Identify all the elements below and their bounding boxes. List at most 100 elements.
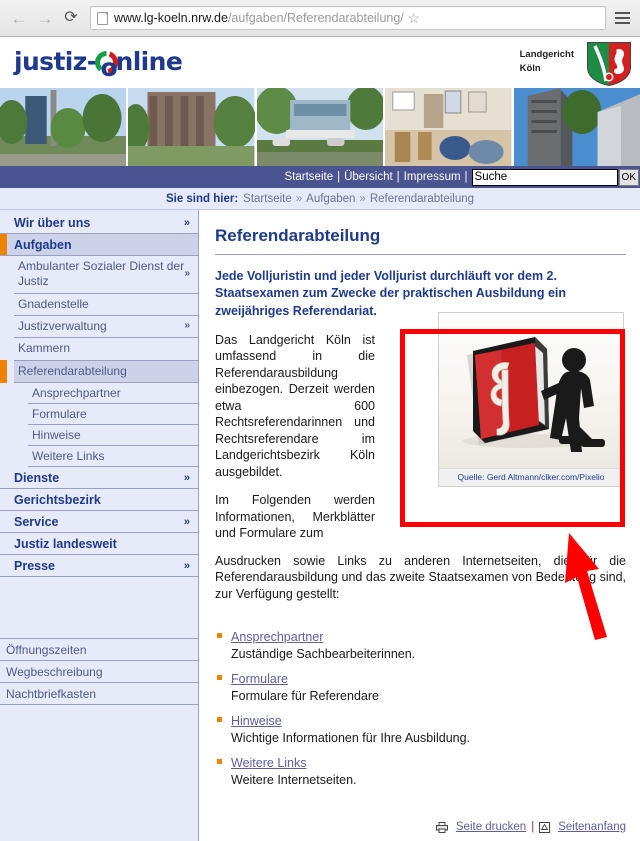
sidebar-item-label: Ansprechpartner [32,386,121,401]
breadcrumb-item-startseite[interactable]: Startseite [243,193,292,205]
sidebar-item-label: Kammern [18,341,71,356]
url-text: www.lg-koeln.nrw.de/aufgaben/Referendara… [114,11,404,25]
nav-link-startseite[interactable]: Startseite [281,171,338,183]
list-item: Weitere Links Weitere Internetseiten. [215,754,626,787]
sidebar-item-label: Wegbeschreibung [6,664,103,679]
breadcrumb-lead: Sie sind hier: [165,192,239,205]
sidebar-item-hinweise[interactable]: Hinweise [28,425,198,447]
sidebar-item-justiz-landesweit[interactable]: Justiz landesweit [0,533,198,556]
sidebar-item-label: Gnadenstelle [18,296,89,311]
sidebar-item-wir-ueber-uns[interactable]: Wir über uns » [0,212,198,234]
sidebar-item-gnadenstelle[interactable]: Gnadenstelle [14,294,198,317]
sidebar-item-label: Ambulanter Sozialer Dienst der Justiz [18,259,185,289]
nav-link-uebersicht[interactable]: Übersicht [340,171,397,183]
browser-toolbar: ← → ⟳ www.lg-koeln.nrw.de/aufgaben/Refer… [0,0,640,37]
page-top-link[interactable]: Seitenanfang [558,821,626,833]
link-formulare[interactable]: Formulare [231,672,288,686]
sidebar-item-gerichtsbezirk[interactable]: Gerichtsbezirk [0,489,198,512]
banner-photo-strip [0,88,640,166]
link-hinweise[interactable]: Hinweise [231,714,282,728]
chevron-right-icon: » [183,216,190,229]
sidebar-item-service[interactable]: Service » [0,511,198,534]
sidebar-item-label: Gerichtsbezirk [14,492,101,507]
list-item: Hinweise Wichtige Informationen für Ihre… [215,712,626,745]
sidebar-bottom-spacer [0,705,198,769]
search-input[interactable] [471,168,618,186]
link-description: Weitere Internetseiten. [231,773,357,788]
chevron-right-icon: » [183,559,190,572]
link-ansprechpartner[interactable]: Ansprechpartner [231,630,323,644]
sidebar-item-label: Weitere Links [32,449,105,464]
logo-o: o [100,53,118,82]
sidebar-item-aufgaben[interactable]: Aufgaben [0,234,198,256]
main-content: Referendarabteilung Jede Volljuristin un… [199,210,640,841]
sidebar-item-kammern[interactable]: Kammern [14,338,198,361]
breadcrumb-item-referendarabteilung[interactable]: Referendarabteilung [370,193,474,205]
breadcrumb: Sie sind hier: Startseite » Aufgaben » R… [0,188,640,210]
address-bar[interactable]: www.lg-koeln.nrw.de/aufgaben/Referendara… [90,6,606,30]
sidebar-item-weitere-links[interactable]: Weitere Links [28,446,198,468]
reload-icon[interactable]: ⟳ [58,5,84,31]
sidebar-item-dienste[interactable]: Dienste » [0,467,198,490]
figure-caption: Quelle: Gerd Altmann/clker.com/Pixelio [439,468,623,486]
sidebar-item-label: Öffnungszeiten [6,642,87,657]
url-domain: www.lg-koeln.nrw.de [114,11,228,25]
url-path: /aufgaben/Referendarabteilung/ [227,11,404,25]
banner-photo-1 [0,88,129,166]
chevron-right-icon: » [184,320,190,332]
sidebar-item-formulare[interactable]: Formulare [28,404,198,426]
paragraph-book-icon [439,313,623,468]
sidebar-item-referendarabteilung[interactable]: Referendarabteilung [0,359,198,384]
forward-arrow-icon[interactable]: → [32,5,58,31]
sidebar-item-label: Dienste [14,470,60,485]
chevron-right-icon: » [183,515,190,528]
link-description: Wichtige Informationen für Ihre Ausbildu… [231,731,471,746]
printer-icon [435,821,448,833]
sidebar-item-label: Service [14,514,59,529]
sidebar-item-label: Justiz landesweit [14,536,117,551]
sidebar-item-label: Hinweise [32,428,81,443]
content-row: Wir über uns » Aufgaben Ambulanter Sozia… [0,210,640,841]
logo-text-after: nline [115,47,183,76]
logo-text-before: justiz [14,47,87,76]
list-item: Ansprechpartner Zuständige Sachbearbeite… [215,628,626,661]
footer-separator: | [531,821,535,833]
sidebar-item-label: Aufgaben [14,237,72,252]
search-submit-button[interactable]: OK [618,168,639,186]
link-weitere-links[interactable]: Weitere Links [231,756,307,770]
nav-link-impressum[interactable]: Impressum [400,171,465,183]
court-label: Landgericht Köln [520,48,574,77]
breadcrumb-arrow-1: » [295,192,303,205]
paragraph-2-continued: Ausdrucken sowie Links zu anderen Intern… [215,553,626,601]
print-page-link[interactable]: Seite drucken [456,821,526,833]
paragraph-1: Das Landgericht Köln ist umfassend in di… [215,332,375,479]
sidebar-item-presse[interactable]: Presse » [0,555,198,578]
sidebar-item-nachtbriefkasten[interactable]: Nachtbriefkasten [0,683,198,706]
nrw-coat-of-arms-icon [587,42,631,86]
sidebar-navigation: Wir über uns » Aufgaben Ambulanter Sozia… [0,210,199,841]
sidebar-item-label: Justizverwaltung [18,319,107,334]
star-icon[interactable]: ☆ [404,10,424,27]
court-name: Landgericht [519,49,574,60]
sidebar-item-label: Wir über uns [14,215,91,230]
sidebar-item-justizverwaltung[interactable]: Justizverwaltung » [14,316,198,339]
banner-photo-5 [513,88,640,166]
hamburger-menu-icon[interactable] [610,12,634,24]
justiz-online-logo[interactable]: justiz-o nline [14,47,183,82]
sidebar-spacer [0,577,198,640]
breadcrumb-item-aufgaben[interactable]: Aufgaben [306,193,355,205]
top-navigation-bar: Startseite | Übersicht | Impressum | OK [0,166,640,188]
link-list: Ansprechpartner Zuständige Sachbearbeite… [215,628,626,787]
back-arrow-icon[interactable]: ← [6,5,32,31]
sidebar-item-wegbeschreibung[interactable]: Wegbeschreibung [0,661,198,684]
sidebar-item-label: Presse [14,558,56,573]
sidebar-item-ansprechpartner[interactable]: Ansprechpartner [28,383,198,405]
web-page: justiz-o nline Landgericht Köln Startsei… [0,37,640,841]
link-description: Formulare für Referendare [231,689,379,704]
list-item: Formulare Formulare für Referendare [215,670,626,703]
breadcrumb-arrow-2: » [359,192,366,205]
sidebar-item-oeffnungszeiten[interactable]: Öffnungszeiten [0,639,198,662]
nav-separator-3: | [464,171,468,183]
sidebar-item-ambulanter-sozialer-dienst[interactable]: Ambulanter Sozialer Dienst der Justiz » [14,256,198,294]
body-text-column: Das Landgericht Köln ist umfassend in di… [215,332,375,542]
